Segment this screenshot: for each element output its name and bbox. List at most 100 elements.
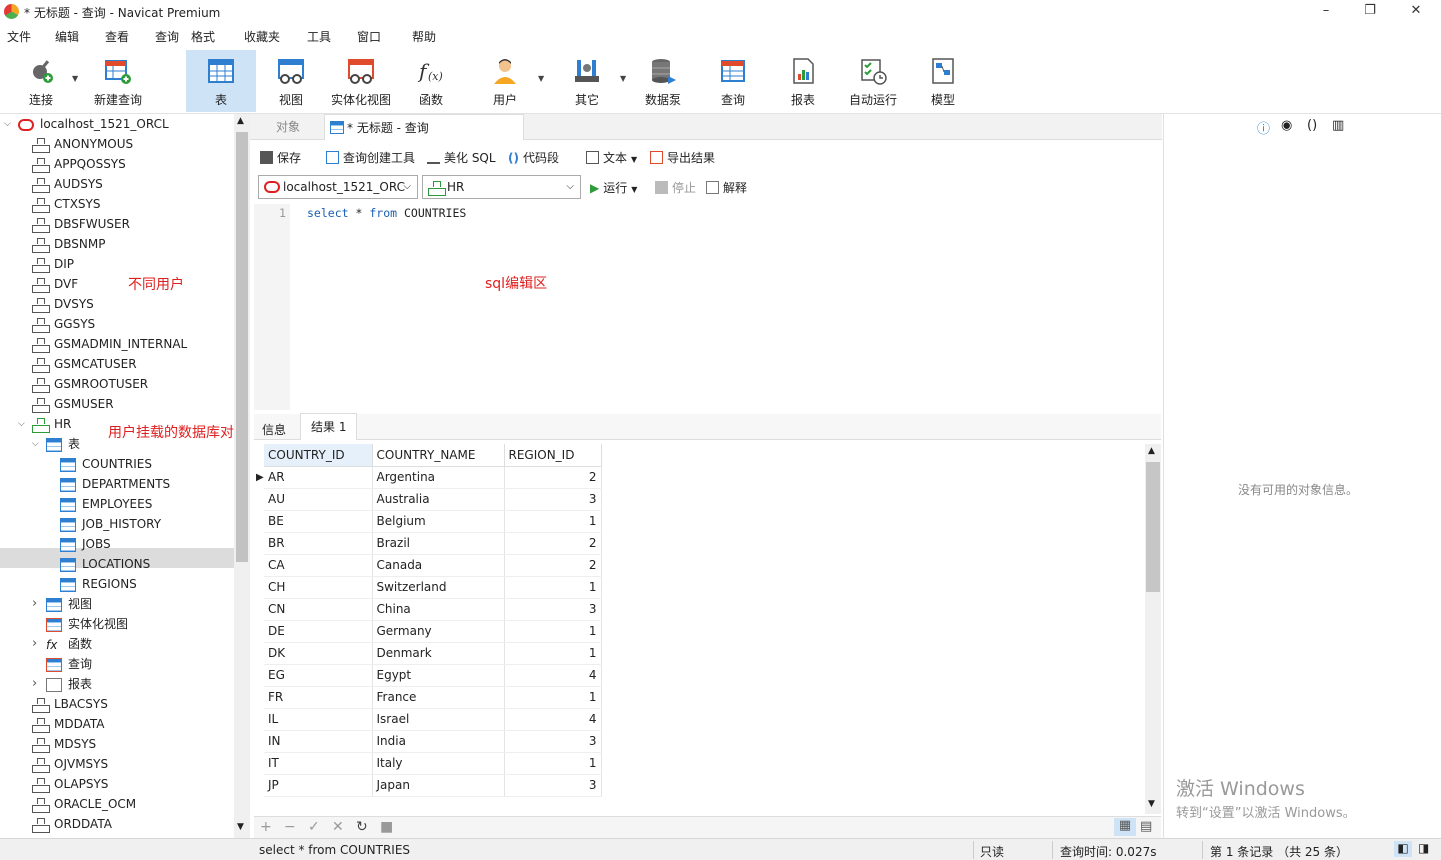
tree-user[interactable]: DBSNMP [32,234,105,254]
scroll-up-icon[interactable]: ▲ [1148,446,1155,456]
table-cell[interactable]: Canada [372,554,505,577]
model-button[interactable]: 模型 [914,50,972,112]
query-builder-button[interactable]: 查询创建工具 [326,149,415,166]
query-button[interactable]: 查询 [704,50,762,112]
table-row[interactable]: JP Japan 3 [264,774,602,797]
table-row[interactable]: FR France 1 [264,686,602,709]
info-icon[interactable]: ⓘ [1257,118,1270,137]
table-row[interactable]: IL Israel 4 [264,708,602,731]
tree-user[interactable]: GSMCATUSER [32,354,137,374]
ddl-brackets-icon[interactable]: () [1307,118,1317,133]
column-header[interactable]: REGION_ID [504,444,602,467]
table-cell[interactable]: 4 [504,664,602,687]
preview-eye-icon[interactable]: ◉ [1281,118,1292,133]
beautify-sql-button[interactable]: 美化 SQL [427,149,496,166]
expand-icon[interactable]: › [32,596,37,611]
tree-user-hr[interactable]: HR [32,414,71,434]
table-cell[interactable]: 2 [504,554,602,577]
connection-select[interactable]: localhost_1521_ORC ⌵ [258,175,418,199]
snippet-button[interactable]: () 代码段 [508,149,559,166]
function-button[interactable]: f (x) 函数 [402,50,460,112]
tree-user[interactable]: GGSYS [32,314,95,334]
tree-user[interactable]: GSMADMIN_INTERNAL [32,334,187,354]
column-header[interactable]: COUNTRY_ID [264,444,373,467]
tree-user[interactable]: CTXSYS [32,194,101,214]
table-cell[interactable]: Italy [372,752,505,775]
tree-folder[interactable]: 视图 [46,594,92,614]
table-cell[interactable]: Japan [372,774,505,797]
report-button[interactable]: 报表 [774,50,832,112]
tree-user[interactable]: GSMUSER [32,394,114,414]
form-view-icon[interactable]: ▤ [1140,819,1152,834]
tree-folder[interactable]: 实体化视图 [46,614,128,634]
table-cell[interactable]: France [372,686,505,709]
table-cell[interactable]: BE [264,510,373,533]
tab-query[interactable]: * 无标题 - 查询 [324,114,524,140]
grid-view-icon[interactable]: ▦ [1114,818,1136,836]
table-cell[interactable]: DK [264,642,373,665]
table-cell[interactable]: Israel [372,708,505,731]
menu-favorites[interactable]: 收藏夹 [244,28,280,45]
table-row[interactable]: CH Switzerland 1 [264,576,602,599]
expand-icon[interactable]: › [32,676,37,691]
table-row[interactable]: BE Belgium 1 [264,510,602,533]
table-cell[interactable]: 1 [504,686,602,709]
table-cell[interactable]: 1 [504,642,602,665]
panel-left-icon[interactable]: ◧ [1394,841,1412,857]
run-button[interactable]: ▶ 运行 ▼ [590,179,637,196]
explain-button[interactable]: 解释 [706,179,747,196]
text-button[interactable]: 文本 ▼ [586,149,637,166]
menu-tools[interactable]: 工具 [307,28,331,45]
add-record-icon[interactable]: + [260,819,272,835]
table-cell[interactable]: CH [264,576,373,599]
close-button[interactable]: ✕ [1393,0,1439,24]
menu-window[interactable]: 窗口 [357,28,381,45]
discard-icon[interactable]: ✕ [332,819,344,835]
table-cell[interactable]: 4 [504,708,602,731]
tab-objects[interactable]: 对象 [268,114,308,140]
tree-user[interactable]: ANONYMOUS [32,134,133,154]
tree-user[interactable]: MDDATA [32,714,105,734]
table-row[interactable]: EG Egypt 4 [264,664,602,687]
table-cell[interactable]: 2 [504,466,602,489]
table-row[interactable]: IT Italy 1 [264,752,602,775]
scroll-down-icon[interactable]: ▼ [237,822,244,832]
tree-user[interactable]: APPQOSSYS [32,154,126,174]
layout-icon[interactable]: ▥ [1332,118,1344,133]
grid-scrollbar[interactable]: ▲ ▼ [1145,444,1161,814]
tree-user[interactable]: OJVMSYS [32,754,108,774]
table-row[interactable]: AR Argentina 2 [264,466,602,489]
datapump-button[interactable]: 数据泵 [634,50,692,112]
table-button[interactable]: 表 [186,50,256,112]
tree-folder[interactable]: fx 函数 [46,634,92,654]
collapse-icon[interactable]: ⌵ [32,439,39,449]
tree-table[interactable]: COUNTRIES [60,454,152,474]
schema-select[interactable]: HR ⌵ [422,175,581,199]
tab-result-1[interactable]: 结果 1 [300,413,358,440]
table-cell[interactable]: AU [264,488,373,511]
table-cell[interactable]: 1 [504,752,602,775]
tree-table[interactable]: JOB_HISTORY [60,514,161,534]
table-cell[interactable]: China [372,598,505,621]
tree-user[interactable]: AUDSYS [32,174,103,194]
tree-table[interactable]: DEPARTMENTS [60,474,170,494]
table-cell[interactable]: AR [264,466,373,489]
table-cell[interactable]: Australia [372,488,505,511]
table-cell[interactable]: CA [264,554,373,577]
tree-table[interactable]: EMPLOYEES [60,494,152,514]
tab-info[interactable]: 信息 [262,421,286,438]
table-row[interactable]: IN India 3 [264,730,602,753]
table-cell[interactable]: Argentina [372,466,505,489]
stop-button[interactable]: 停止 [655,179,696,196]
table-cell[interactable]: CN [264,598,373,621]
tree-user[interactable]: ORDDATA [32,814,112,834]
materialized-view-button[interactable]: 实体化视图 [326,50,396,112]
table-cell[interactable]: Switzerland [372,576,505,599]
table-cell[interactable]: 3 [504,730,602,753]
menu-help[interactable]: 帮助 [412,28,436,45]
expand-icon[interactable]: › [32,636,37,651]
stop-icon[interactable]: ■ [380,819,393,835]
table-cell[interactable]: DE [264,620,373,643]
sql-code-line[interactable]: select * from COUNTRIES [307,206,466,220]
panel-right-icon[interactable]: ◨ [1418,841,1429,855]
